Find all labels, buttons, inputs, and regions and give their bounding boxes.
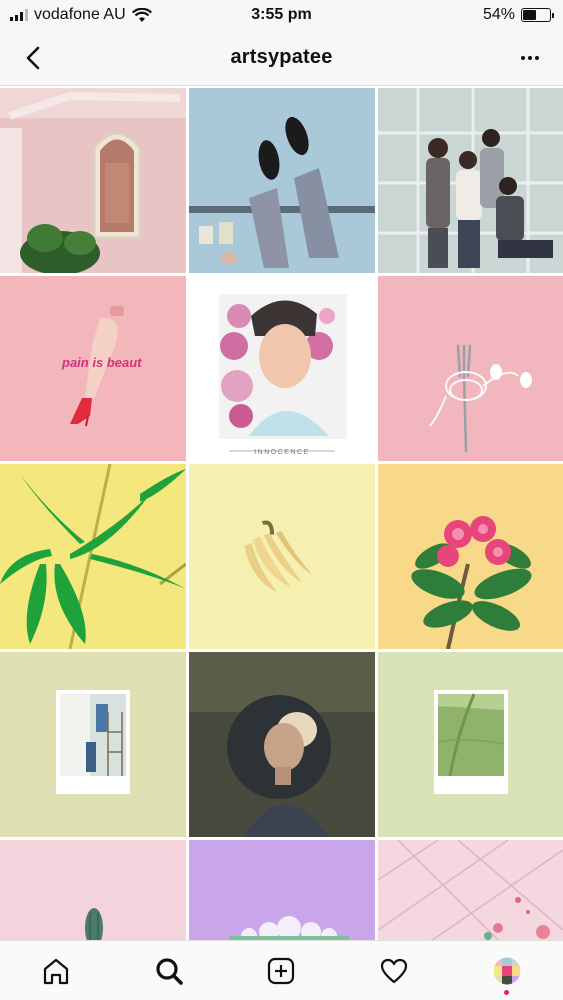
overlay-text: INNOCENCE (254, 449, 310, 456)
clock: 3:55 pm (251, 6, 312, 23)
more-dots-icon (521, 56, 525, 60)
post-tile[interactable] (0, 840, 186, 940)
post-image (378, 652, 563, 837)
post-image (378, 88, 563, 273)
post-grid: pain is beaut INNOCENCE (0, 88, 563, 940)
more-options-button[interactable] (515, 44, 545, 72)
post-tile[interactable] (378, 88, 563, 273)
post-image (189, 652, 375, 837)
plus-square-icon (268, 957, 295, 984)
post-tile[interactable] (189, 88, 375, 273)
post-tile[interactable] (189, 652, 375, 837)
post-tile[interactable]: INNOCENCE (189, 276, 375, 461)
profile-avatar (492, 956, 522, 985)
page-title: artsypatee (230, 46, 333, 68)
post-image: INNOCENCE (189, 276, 375, 461)
tab-new-post[interactable] (261, 951, 301, 991)
post-tile[interactable] (378, 840, 563, 940)
post-image: pain is beaut (0, 276, 186, 461)
heart-icon (380, 958, 408, 983)
post-tile[interactable] (378, 276, 563, 461)
home-icon (44, 958, 69, 984)
search-icon (156, 957, 183, 985)
post-tile[interactable] (0, 652, 186, 837)
battery-percent: 54% (482, 6, 515, 23)
post-tile[interactable] (0, 464, 186, 649)
post-image (0, 840, 186, 940)
post-image (189, 840, 375, 940)
post-tile[interactable] (378, 652, 563, 837)
post-image (0, 88, 186, 273)
tab-profile[interactable] (487, 951, 527, 995)
post-image (0, 652, 186, 837)
overlay-text: pain is beaut (61, 355, 142, 370)
post-image (189, 88, 375, 273)
tab-activity[interactable] (374, 951, 414, 991)
notification-dot (503, 989, 509, 995)
post-tile[interactable] (189, 464, 375, 649)
post-tile[interactable] (0, 88, 186, 273)
post-tile[interactable] (189, 840, 375, 940)
battery-icon (521, 8, 554, 22)
tab-home[interactable] (36, 951, 76, 991)
post-image (0, 464, 186, 649)
tab-bar (0, 940, 563, 1000)
post-tile[interactable] (378, 464, 563, 649)
post-image (378, 464, 563, 649)
post-image (378, 276, 563, 461)
profile-header: artsypatee (0, 30, 563, 86)
post-image (189, 464, 375, 649)
status-bar: vodafone AU 3:55 pm 54% (0, 0, 563, 30)
post-tile[interactable]: pain is beaut (0, 276, 186, 461)
tab-search[interactable] (149, 951, 189, 991)
post-image (378, 840, 563, 940)
